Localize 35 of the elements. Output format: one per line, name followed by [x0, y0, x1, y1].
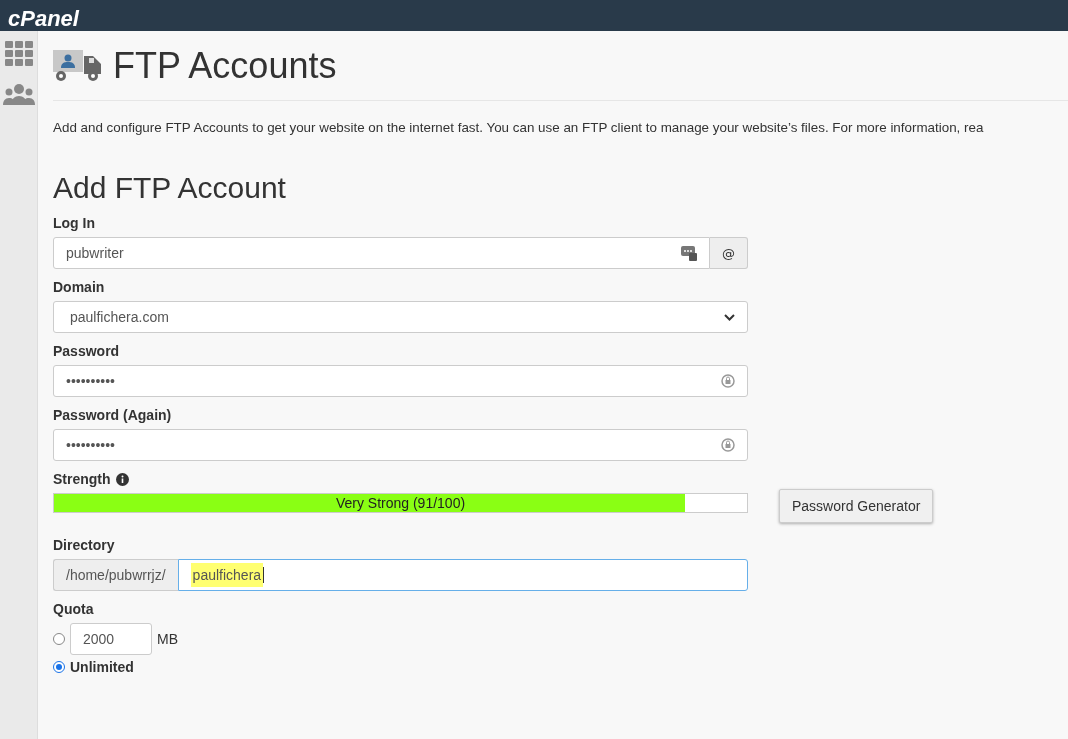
chevron-down-icon [724, 313, 735, 321]
field-label: Password (Again) [53, 407, 172, 423]
domain-addon: @ [710, 237, 748, 269]
domain-select[interactable]: paulfichera.com [53, 301, 748, 333]
field-label: Log In [53, 215, 95, 231]
apps-grid-icon[interactable] [4, 41, 33, 67]
password-reveal-icon[interactable] [721, 373, 735, 389]
info-icon[interactable] [115, 472, 129, 486]
password-reveal-icon[interactable] [721, 437, 735, 453]
field-label: Directory [53, 537, 115, 553]
logo[interactable]: cPanel [8, 7, 79, 31]
field-label: Strength [53, 471, 111, 487]
login-field[interactable]: pubwriter [53, 237, 710, 269]
page-description: Add and configure FTP Accounts to get your website on the internet fast. You can use an FTP client to manage your website’s files. For more information, rea [53, 120, 985, 135]
truck-icon [53, 49, 103, 82]
users-icon[interactable] [2, 83, 35, 107]
field-label: Quota [53, 601, 94, 617]
field-label: Password [53, 343, 120, 359]
password-again-field[interactable]: •••••••••• [53, 429, 748, 461]
section-title: Add FTP Account [53, 171, 287, 205]
page-title: FTP Accounts [113, 44, 337, 87]
text-cursor [263, 567, 265, 583]
radio-button[interactable] [53, 661, 65, 673]
password-manager-icon[interactable] [681, 245, 697, 261]
password-field[interactable]: •••••••••• [53, 365, 748, 397]
unit-label: MB [157, 631, 178, 647]
quota-field[interactable]: 2000 [70, 623, 152, 655]
option-label: Unlimited [70, 659, 134, 675]
highlighted-text: paulfichera [190, 563, 264, 587]
strength-reading: Very Strong (91/100) [334, 495, 467, 511]
password-generator-button[interactable]: Password Generator [779, 489, 934, 523]
field-label: Domain [53, 279, 105, 295]
directory-prefix: /home/pubwrrjz/ [53, 559, 178, 591]
directory-field[interactable]: paulfichera [177, 559, 748, 591]
radio-button[interactable] [53, 633, 65, 645]
